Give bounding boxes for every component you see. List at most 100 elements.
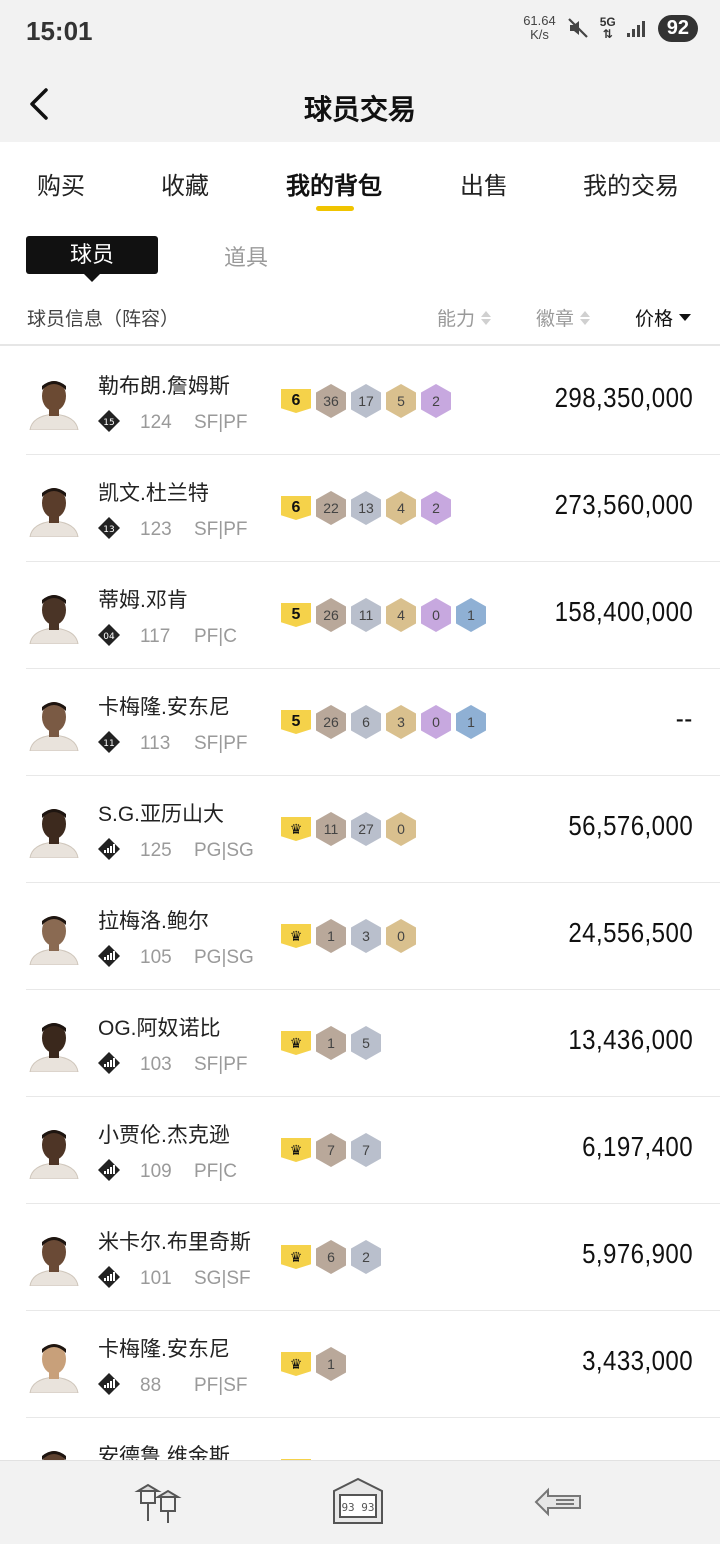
status-bar: 15:01 61.64 K/s 5G ⇅ 92 (0, 0, 720, 64)
player-name: S.G.亚历山大 (98, 803, 225, 826)
mute-icon (567, 18, 588, 38)
sort-icon (481, 310, 492, 325)
badge-count: 2 (421, 491, 451, 525)
player-position: SG|SF (194, 1268, 251, 1289)
badge-count: 6 (351, 705, 381, 739)
badge-count: 0 (421, 705, 451, 739)
tab-favorites[interactable]: 收藏 (161, 166, 209, 201)
player-avatar (29, 1344, 79, 1393)
badge-group: 6 36 17 5 2 (281, 384, 451, 418)
player-rating: 125 (140, 840, 172, 861)
rank-number: 11 (103, 739, 114, 749)
badge-group: ♛ 7 7 (281, 1133, 381, 1167)
crown-icon: ♛ (281, 817, 311, 841)
badge-count: 3 (351, 919, 381, 953)
page-title: 球员交易 (303, 94, 416, 125)
sort-badge[interactable]: 徽章 (536, 304, 591, 331)
player-row[interactable]: 蒂姆.邓肯 04 117 PF|C 5 26 11 4 0 1 158,400,000 (0, 562, 720, 669)
tab-buy[interactable]: 购买 (37, 166, 85, 201)
sort-price[interactable]: 价格 (635, 304, 692, 331)
network-speed-unit: K/s (530, 27, 549, 42)
network-speed: 61.64 K/s (523, 14, 556, 42)
street-lamp-icon[interactable] (130, 1477, 186, 1527)
badge-count: 6 (316, 1240, 346, 1274)
player-position: PF|C (194, 626, 237, 647)
subtab-items[interactable]: 道具 (224, 240, 268, 272)
rank-diamond-icon: 13 (98, 517, 120, 539)
player-row[interactable]: 安德鲁.维金斯♛ (0, 1418, 720, 1460)
subtab-pointer (84, 274, 100, 282)
player-name: 卡梅隆.安东尼 (98, 696, 230, 719)
signal-rank-icon (98, 838, 120, 860)
top-tabs: 购买 收藏 我的背包 出售 我的交易 (0, 142, 720, 220)
badge-count: 27 (351, 812, 381, 846)
tab-sell[interactable]: 出售 (460, 166, 508, 201)
player-rating: 113 (140, 733, 171, 754)
player-row[interactable]: OG.阿奴诺比 103 SF|PF ♛ 1 5 13,436,000 (0, 990, 720, 1097)
level-badge: 5 (281, 603, 311, 627)
player-avatar (29, 809, 79, 858)
player-rating: 105 (140, 947, 172, 968)
signal-icon (626, 21, 645, 37)
badge-group: ♛ 1 3 0 (281, 919, 416, 953)
player-price: 24,556,500 (568, 917, 693, 948)
player-avatar (29, 595, 79, 644)
badge-count: 2 (421, 384, 451, 418)
network-type: 5G ⇅ (599, 15, 616, 41)
tab-my-trades[interactable]: 我的交易 (583, 166, 679, 201)
badge-count: 3 (386, 705, 416, 739)
player-row[interactable]: 勒布朗.詹姆斯 15 124 SF|PF 6 36 17 5 2 298,350,000 (0, 348, 720, 455)
ticket-back-icon[interactable] (530, 1477, 586, 1527)
player-row[interactable]: 卡梅隆.安东尼 88 PF|SF ♛ 1 3,433,000 (0, 1311, 720, 1418)
badge-count: 0 (386, 919, 416, 953)
badge-count: 11 (316, 812, 346, 846)
badge-group: ♛ 1 5 (281, 1026, 381, 1060)
player-position: PF|C (194, 1161, 237, 1182)
player-price: 56,576,000 (568, 810, 693, 841)
player-price: 13,436,000 (568, 1024, 693, 1055)
sort-ability[interactable]: 能力 (437, 304, 492, 331)
badge-count: 5 (386, 384, 416, 418)
status-time: 15:01 (26, 16, 93, 46)
signal-rank-icon (98, 1052, 120, 1074)
player-row[interactable]: S.G.亚历山大 125 PG|SG ♛ 11 27 0 56,576,000 (0, 776, 720, 883)
player-row[interactable]: 凯文.杜兰特 13 123 SF|PF 6 22 13 4 2 273,560,000 (0, 455, 720, 562)
rank-diamond-icon: 11 (98, 731, 120, 753)
player-position: SF|PF (194, 412, 248, 433)
network-speed-value: 61.64 (523, 13, 556, 28)
data-arrows-icon: ⇅ (602, 27, 613, 41)
badge-count: 22 (316, 491, 346, 525)
badge-count: 2 (351, 1240, 381, 1274)
level-badge: 6 (281, 496, 311, 520)
sort-desc-icon (679, 314, 692, 321)
player-position: PF|SF (194, 1375, 248, 1396)
column-player-info: 球员信息（阵容） (27, 309, 180, 330)
sub-tabs: 球员 道具 (0, 236, 720, 282)
player-rating: 109 (140, 1161, 172, 1182)
player-price: 6,197,400 (581, 1131, 693, 1162)
rank-diamond-icon: 04 (98, 624, 120, 646)
column-header: 球员信息（阵容） 能力 徽章 价格 (0, 300, 720, 346)
badge-count: 5 (351, 1026, 381, 1060)
badge-group: ♛ 11 27 0 (281, 812, 416, 846)
player-row[interactable]: 米卡尔.布里奇斯 101 SG|SF ♛ 6 2 5,976,900 (0, 1204, 720, 1311)
level-badge: 5 (281, 710, 311, 734)
player-avatar (29, 1237, 79, 1286)
badge-count: 1 (316, 1026, 346, 1060)
svg-text:93 93: 93 93 (341, 1501, 374, 1514)
player-avatar (42, 1451, 66, 1460)
tab-my-backpack[interactable]: 我的背包 (286, 166, 382, 201)
scoreboard-icon[interactable]: 93 93 (330, 1477, 386, 1527)
badge-count: 1 (316, 919, 346, 953)
player-row[interactable]: 卡梅隆.安东尼 11 113 SF|PF 5 26 6 3 0 1 -- (0, 669, 720, 776)
badge-count: 0 (421, 598, 451, 632)
player-rating: 88 (140, 1375, 162, 1396)
player-row[interactable]: 拉梅洛.鲍尔 105 PG|SG ♛ 1 3 0 24,556,500 (0, 883, 720, 990)
player-name: 卡梅隆.安东尼 (98, 1338, 230, 1361)
rank-number: 04 (103, 632, 115, 642)
player-avatar (29, 916, 79, 965)
subtab-players[interactable]: 球员 (26, 236, 158, 274)
player-name: 小贾伦.杰克逊 (98, 1124, 230, 1147)
badge-count: 26 (316, 705, 346, 739)
player-row[interactable]: 小贾伦.杰克逊 109 PF|C ♛ 7 7 6,197,400 (0, 1097, 720, 1204)
